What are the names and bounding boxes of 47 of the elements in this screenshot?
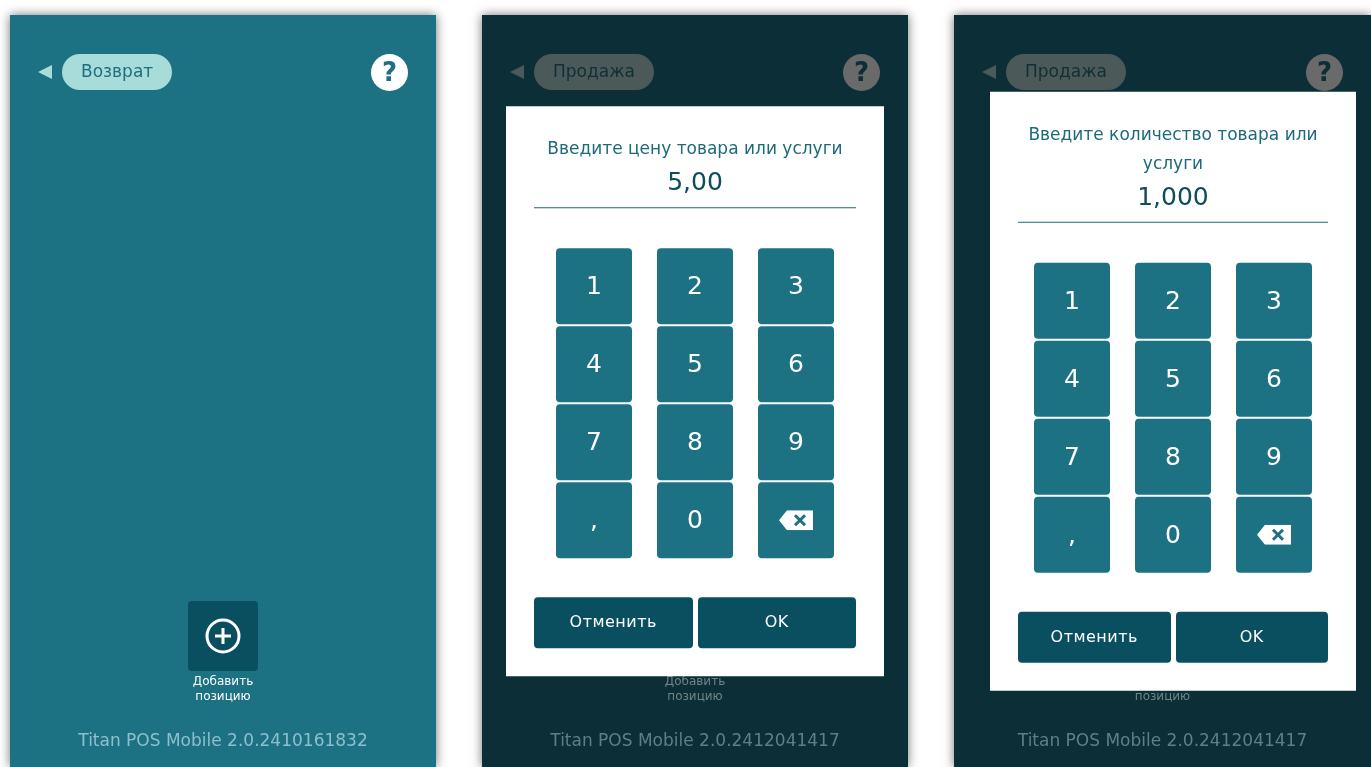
keypad-key[interactable]: 3 (758, 247, 834, 324)
keypad-key[interactable]: 2 (1135, 262, 1211, 339)
dialog-title: Введите цену товара или услуги (546, 137, 844, 161)
back-arrow-icon (982, 65, 996, 79)
plus-circle-icon (205, 617, 241, 654)
keypad-key[interactable]: 4 (1034, 340, 1110, 417)
backspace-icon (1257, 524, 1291, 545)
keypad-key[interactable]: 8 (657, 403, 733, 480)
keypad-key[interactable]: 9 (758, 403, 834, 480)
keypad-key[interactable]: 9 (1236, 418, 1312, 495)
add-item-label: Добавить позицию (663, 673, 727, 704)
back-arrow-icon (510, 65, 524, 79)
ok-button[interactable]: OK (1175, 611, 1328, 663)
version-label: Titan POS Mobile 2.0.2410161832 (77, 728, 369, 752)
back-arrow-icon (38, 65, 52, 79)
add-item-button[interactable] (188, 600, 258, 671)
keypad-key[interactable]: 3 (1236, 262, 1312, 339)
keypad-key[interactable]: 0 (657, 481, 733, 558)
back-button[interactable]: Возврат (62, 54, 173, 90)
keypad-key[interactable]: 2 (657, 247, 733, 324)
value-field[interactable]: 1,000 (1018, 177, 1328, 223)
value-field[interactable]: 5,00 (534, 163, 856, 208)
version-label: Titan POS Mobile 2.0.2412041417 (1016, 728, 1309, 752)
keypad-key[interactable]: 4 (556, 325, 632, 402)
cancel-button[interactable]: Отменить (534, 596, 693, 648)
backspace-key[interactable] (1236, 496, 1312, 573)
backspace-key[interactable] (758, 481, 834, 558)
keypad-key[interactable]: , (556, 481, 632, 558)
keypad-key[interactable]: 5 (1135, 340, 1211, 417)
add-item-label: позицию (1133, 688, 1192, 704)
keypad-key[interactable]: 1 (1034, 262, 1110, 339)
keypad-key[interactable]: 5 (657, 325, 733, 402)
ok-button[interactable]: OK (697, 596, 856, 648)
dialog-title: Введите количество товара или услуги (1027, 122, 1319, 175)
keypad-key[interactable]: 6 (758, 325, 834, 402)
keypad-key[interactable]: 0 (1135, 496, 1211, 573)
keypad-key[interactable]: 6 (1236, 340, 1312, 417)
keypad-key[interactable]: , (1034, 496, 1110, 573)
backspace-icon (779, 509, 813, 530)
keypad-key[interactable]: 1 (556, 247, 632, 324)
keypad-key[interactable]: 8 (1135, 418, 1211, 495)
version-label: Titan POS Mobile 2.0.2412041417 (549, 728, 841, 752)
help-button[interactable]: ? (371, 53, 408, 91)
add-item-label: Добавить позицию (191, 673, 255, 704)
cancel-button[interactable]: Отменить (1018, 611, 1171, 663)
keypad-key[interactable]: 7 (556, 403, 632, 480)
keypad-key[interactable]: 7 (1034, 418, 1110, 495)
